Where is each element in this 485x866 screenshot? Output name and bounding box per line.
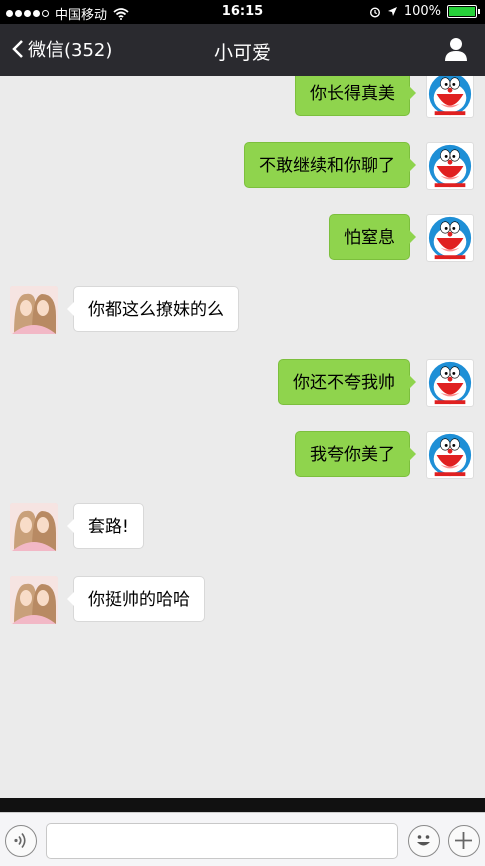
plus-button[interactable] [448, 825, 480, 857]
contact-avatar[interactable] [10, 576, 58, 624]
message-bubble[interactable]: 不敢继续和你聊了 [244, 142, 416, 188]
their-message-row: 你挺帅的哈哈 [0, 576, 485, 624]
input-bar [0, 812, 485, 866]
contact-avatar[interactable] [10, 503, 58, 551]
my-message-row: 怕窒息 [0, 214, 485, 262]
voice-button[interactable] [5, 825, 37, 857]
message-bubble[interactable]: 你都这么撩妹的么 [67, 286, 239, 332]
my-message-row: 你还不夸我帅 [0, 359, 485, 407]
chat-title: 小可爱 [213, 42, 271, 64]
divider-bar [0, 798, 485, 812]
my-message-row: 我夸你美了 [0, 431, 485, 479]
message-bubble[interactable]: 我夸你美了 [295, 431, 416, 477]
my-message-row: 你长得真美 [0, 76, 485, 118]
status-right: 100% [369, 4, 480, 19]
status-bar: 中国移动 16:15 100% [0, 0, 485, 24]
my-message-row: 不敢继续和你聊了 [0, 142, 485, 190]
emoji-icon [417, 835, 430, 846]
location-arrow-icon [387, 7, 397, 16]
message-bubble[interactable]: 套路! [67, 503, 144, 549]
my-avatar[interactable] [426, 76, 474, 118]
contact-avatar[interactable] [10, 286, 58, 334]
alarm-icon [369, 6, 380, 18]
my-avatar[interactable] [426, 214, 474, 262]
message-bubble[interactable]: 你长得真美 [295, 76, 416, 116]
emoji-button[interactable] [408, 825, 440, 857]
battery-icon [447, 5, 480, 18]
message-bubble[interactable]: 你还不夸我帅 [278, 359, 416, 405]
chat-area[interactable]: 你长得真美 不敢继续和你聊了 怕窒息 你都这么撩妹的么 你还不夸我帅 我夸你美了… [0, 76, 485, 798]
battery-fill [449, 7, 475, 16]
voice-icon [14, 833, 26, 848]
person-icon[interactable] [443, 36, 469, 62]
battery-percent: 100% [403, 4, 441, 19]
my-avatar[interactable] [426, 431, 474, 479]
nav-bar: 微信(352) 小可爱 [0, 24, 485, 76]
message-input[interactable] [46, 823, 398, 859]
my-avatar[interactable] [426, 359, 474, 407]
their-message-row: 套路! [0, 503, 485, 551]
plus-icon [455, 832, 472, 849]
message-bubble[interactable]: 你挺帅的哈哈 [67, 576, 205, 622]
their-message-row: 你都这么撩妹的么 [0, 286, 485, 334]
message-bubble[interactable]: 怕窒息 [329, 214, 416, 260]
my-avatar[interactable] [426, 142, 474, 190]
